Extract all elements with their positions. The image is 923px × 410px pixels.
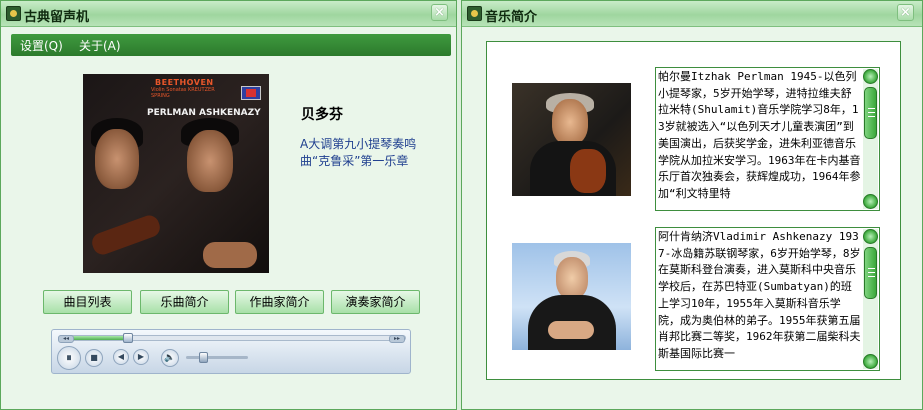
- performer-photo-perlman: [512, 83, 631, 196]
- composer-name: 贝多芬: [301, 107, 343, 123]
- performer-intro-button[interactable]: 演奏家简介: [331, 290, 420, 314]
- menu-item-about[interactable]: 关于(A): [79, 37, 121, 54]
- scroll-down-icon[interactable]: [863, 354, 878, 369]
- scroll-thumb[interactable]: [864, 247, 877, 299]
- scroll-down-icon[interactable]: [863, 194, 878, 209]
- menu-bar: 设置(Q) 关于(A): [11, 34, 451, 56]
- window-title: 音乐简介: [485, 10, 538, 25]
- album-hand: [203, 242, 257, 268]
- grip-line: [868, 276, 875, 277]
- seek-thumb[interactable]: [123, 333, 133, 343]
- composer-intro-button[interactable]: 作曲家简介: [235, 290, 324, 314]
- bio-text: 阿什肯纳济Vladimir Ashkenazy 1937-冰岛籍苏联钢琴家，6岁…: [658, 230, 861, 360]
- speaker-icon[interactable]: 🔈: [161, 349, 179, 367]
- piece-intro-button[interactable]: 乐曲简介: [140, 290, 229, 314]
- photo-face: [556, 257, 588, 299]
- grip-line: [868, 112, 875, 113]
- grip-line: [868, 268, 875, 269]
- album-composer-text: BEETHOVEN: [155, 78, 214, 87]
- close-button[interactable]: ×: [431, 4, 448, 21]
- scrollbar[interactable]: [863, 69, 878, 209]
- scroll-up-icon[interactable]: [863, 229, 878, 244]
- menu-item-settings[interactable]: 设置(Q): [20, 37, 63, 54]
- scrollbar[interactable]: [863, 229, 878, 369]
- fast-forward-icon[interactable]: ▸▸: [389, 335, 405, 343]
- album-subtitle-text: Violin Sonatas KREUTZER SPRING: [151, 87, 215, 99]
- bio-textbox[interactable]: 帕尔曼Itzhak Perlman 1945-以色列小提琴家，5岁开始学琴，进特…: [655, 67, 880, 211]
- intro-window: 音乐简介 × 帕尔曼Itzhak Perlman 1945-以色列小提琴家，5岁…: [461, 0, 923, 410]
- grip-line: [868, 272, 875, 273]
- pause-icon[interactable]: ⏸: [57, 346, 81, 370]
- photo-hands: [548, 321, 594, 339]
- title-bar[interactable]: 音乐简介 ×: [462, 1, 922, 27]
- tracklist-button[interactable]: 曲目列表: [43, 290, 132, 314]
- record-label-logo: [241, 86, 261, 100]
- rewind-icon[interactable]: ◂◂: [58, 335, 74, 343]
- volume-thumb[interactable]: [199, 352, 208, 363]
- volume-slider[interactable]: [186, 352, 248, 363]
- gramophone-icon: [467, 6, 482, 21]
- window-title: 古典留声机: [24, 10, 90, 25]
- seek-bar[interactable]: [58, 333, 406, 343]
- stop-icon[interactable]: ■: [85, 349, 103, 367]
- gramophone-icon: [6, 6, 21, 21]
- album-figure-face: [187, 130, 233, 192]
- piece-description: A大调第九小提琴奏鸣曲“克鲁采”第一乐章: [300, 137, 417, 168]
- bio-textbox[interactable]: 阿什肯纳济Vladimir Ashkenazy 1937-冰岛籍苏联钢琴家，6岁…: [655, 227, 880, 371]
- close-button[interactable]: ×: [897, 4, 914, 21]
- photo-violin: [570, 149, 606, 193]
- scroll-thumb[interactable]: [864, 87, 877, 139]
- photo-face: [552, 99, 588, 145]
- player-window: 古典留声机 × 设置(Q) 关于(A) BEETHOVEN Violin Son…: [0, 0, 457, 410]
- title-bar[interactable]: 古典留声机 ×: [1, 1, 456, 27]
- previous-icon[interactable]: ◀: [113, 349, 129, 365]
- album-violin: [89, 212, 163, 258]
- bio-text: 帕尔曼Itzhak Perlman 1945-以色列小提琴家，5岁开始学琴，进特…: [658, 70, 861, 200]
- performer-photo-ashkenazy: [512, 243, 631, 350]
- grip-line: [868, 108, 875, 109]
- album-artists-text: PERLMAN ASHKENAZY: [147, 108, 261, 118]
- media-player: ◂◂ ▸▸ ⏸ ■ ◀ ▶ 🔈: [51, 329, 411, 374]
- album-figure-face: [95, 129, 139, 189]
- grip-line: [868, 116, 875, 117]
- scroll-up-icon[interactable]: [863, 69, 878, 84]
- next-icon[interactable]: ▶: [133, 349, 149, 365]
- album-cover: BEETHOVEN Violin Sonatas KREUTZER SPRING…: [83, 74, 269, 273]
